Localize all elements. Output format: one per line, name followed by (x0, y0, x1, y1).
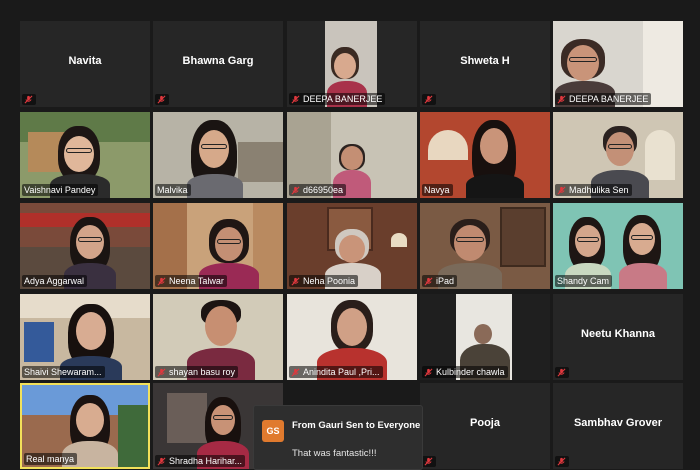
participant-name: Real manya (26, 454, 75, 464)
participant-label: Shaivi Shewaram... (22, 366, 105, 378)
participant-tile[interactable]: Navita (20, 21, 150, 107)
mic-muted-icon (157, 368, 166, 376)
mic-muted-icon (424, 368, 433, 376)
participant-tile[interactable]: Navya (420, 112, 550, 198)
chat-message: That was fantastic!!! (292, 448, 377, 459)
participant-name: Shaivi Shewaram... (24, 367, 102, 377)
participant-name: Neha Poonia (303, 276, 356, 286)
participant-label: DEEPA BANERJEE (555, 93, 652, 105)
participant-tile[interactable]: DEEPA BANERJEE (287, 21, 417, 107)
participant-label: Neha Poonia (289, 275, 359, 287)
participant-label: Navya (422, 184, 453, 196)
participant-label: Malvika (155, 184, 191, 196)
mic-muted-icon (24, 95, 33, 104)
mic-muted-icon (557, 457, 566, 466)
participant-name: Kulbinder chawla (436, 367, 505, 377)
participant-name: Neena Talwar (169, 276, 224, 286)
mic-muted-icon (557, 95, 566, 103)
participant-name: d66950ea (303, 185, 344, 195)
participant-tile[interactable]: Shaivi Shewaram... (20, 294, 150, 380)
participant-label (555, 456, 569, 467)
mic-muted-icon (557, 368, 566, 377)
participant-label (155, 94, 169, 105)
participant-tile[interactable]: Adya Aggarwal (20, 203, 150, 289)
participant-tile[interactable]: iPad (420, 203, 550, 289)
participant-label (422, 94, 436, 105)
participant-tile[interactable]: Neena Talwar (153, 203, 283, 289)
participant-label (422, 456, 436, 467)
participant-label: Real manya (24, 453, 78, 465)
participant-label: d66950ea (289, 184, 347, 196)
participant-tile[interactable]: Anindita Paul ,Pri... (287, 294, 417, 380)
participant-tile[interactable]: shayan basu roy (153, 294, 283, 380)
chat-sender-line: From Gauri Sen to Everyone (292, 420, 421, 431)
participant-name-center: Navita (68, 55, 102, 67)
participant-name: iPad (436, 276, 455, 286)
mic-muted-icon (424, 95, 433, 104)
participant-name-center: Sambhav Grover (573, 417, 663, 429)
participant-name: Madhulika Sen (569, 185, 629, 195)
sender-avatar: GS (262, 420, 284, 442)
participant-label: Anindita Paul ,Pri... (289, 366, 383, 378)
participant-name: Vaishnavi Pandey (24, 185, 96, 195)
video-gallery-grid: Navita Bhawna Garg DEEPA BANERJEE Shweta… (0, 0, 700, 470)
mic-muted-icon (557, 186, 566, 194)
participant-tile[interactable]: Bhawna Garg (153, 21, 283, 107)
participant-label: Madhulika Sen (555, 184, 632, 196)
participant-name-center: Pooja (470, 417, 500, 429)
participant-label: Shradha Harihar... (155, 455, 246, 467)
participant-tile[interactable]: d66950ea (287, 112, 417, 198)
participant-tile[interactable]: Madhulika Sen (553, 112, 683, 198)
mic-muted-icon (157, 457, 166, 465)
participant-label: Kulbinder chawla (422, 366, 508, 378)
participant-tile[interactable]: Vaishnavi Pandey (20, 112, 150, 198)
participant-name-center: Neetu Khanna (581, 328, 655, 340)
participant-tile[interactable]: Shweta H (420, 21, 550, 107)
mic-muted-icon (291, 186, 300, 194)
mic-muted-icon (157, 95, 166, 104)
participant-name-center: Bhawna Garg (182, 55, 254, 67)
participant-tile[interactable]: Shandy Cam (553, 203, 683, 289)
participant-name: Anindita Paul ,Pri... (303, 367, 380, 377)
participant-name: shayan basu roy (169, 367, 236, 377)
participant-label: shayan basu roy (155, 366, 239, 378)
participant-name: DEEPA BANERJEE (303, 94, 383, 104)
participant-tile[interactable]: DEEPA BANERJEE (553, 21, 683, 107)
participant-label: Neena Talwar (155, 275, 227, 287)
participant-name-center: Shweta H (460, 55, 510, 67)
participant-label (555, 367, 569, 378)
mic-muted-icon (157, 277, 166, 285)
participant-name: DEEPA BANERJEE (569, 94, 649, 104)
participant-tile[interactable]: Sambhav Grover (553, 383, 683, 469)
participant-tile-active-speaker[interactable]: Real manya (20, 383, 150, 469)
mic-muted-icon (424, 277, 433, 285)
participant-tile[interactable]: Pooja (420, 383, 550, 469)
participant-label: Vaishnavi Pandey (22, 184, 99, 196)
participant-tile[interactable]: Neha Poonia (287, 203, 417, 289)
mic-muted-icon (291, 368, 300, 376)
participant-label: iPad (422, 275, 458, 287)
participant-tile[interactable]: Neetu Khanna (553, 294, 683, 380)
participant-label: Shandy Cam (555, 275, 613, 287)
participant-name: Navya (424, 185, 450, 195)
participant-name: Malvika (157, 185, 188, 195)
participant-label (22, 94, 36, 105)
chat-notification[interactable]: GS From Gauri Sen to Everyone That was f… (253, 405, 423, 470)
mic-muted-icon (424, 457, 433, 466)
participant-name: Shradha Harihar... (169, 456, 243, 466)
participant-label: DEEPA BANERJEE (289, 93, 386, 105)
participant-label: Adya Aggarwal (22, 275, 88, 287)
participant-tile[interactable]: Malvika (153, 112, 283, 198)
mic-muted-icon (291, 277, 300, 285)
participant-tile[interactable]: Kulbinder chawla (420, 294, 550, 380)
participant-name: Adya Aggarwal (24, 276, 85, 286)
mic-muted-icon (291, 95, 300, 103)
participant-name: Shandy Cam (557, 276, 610, 286)
